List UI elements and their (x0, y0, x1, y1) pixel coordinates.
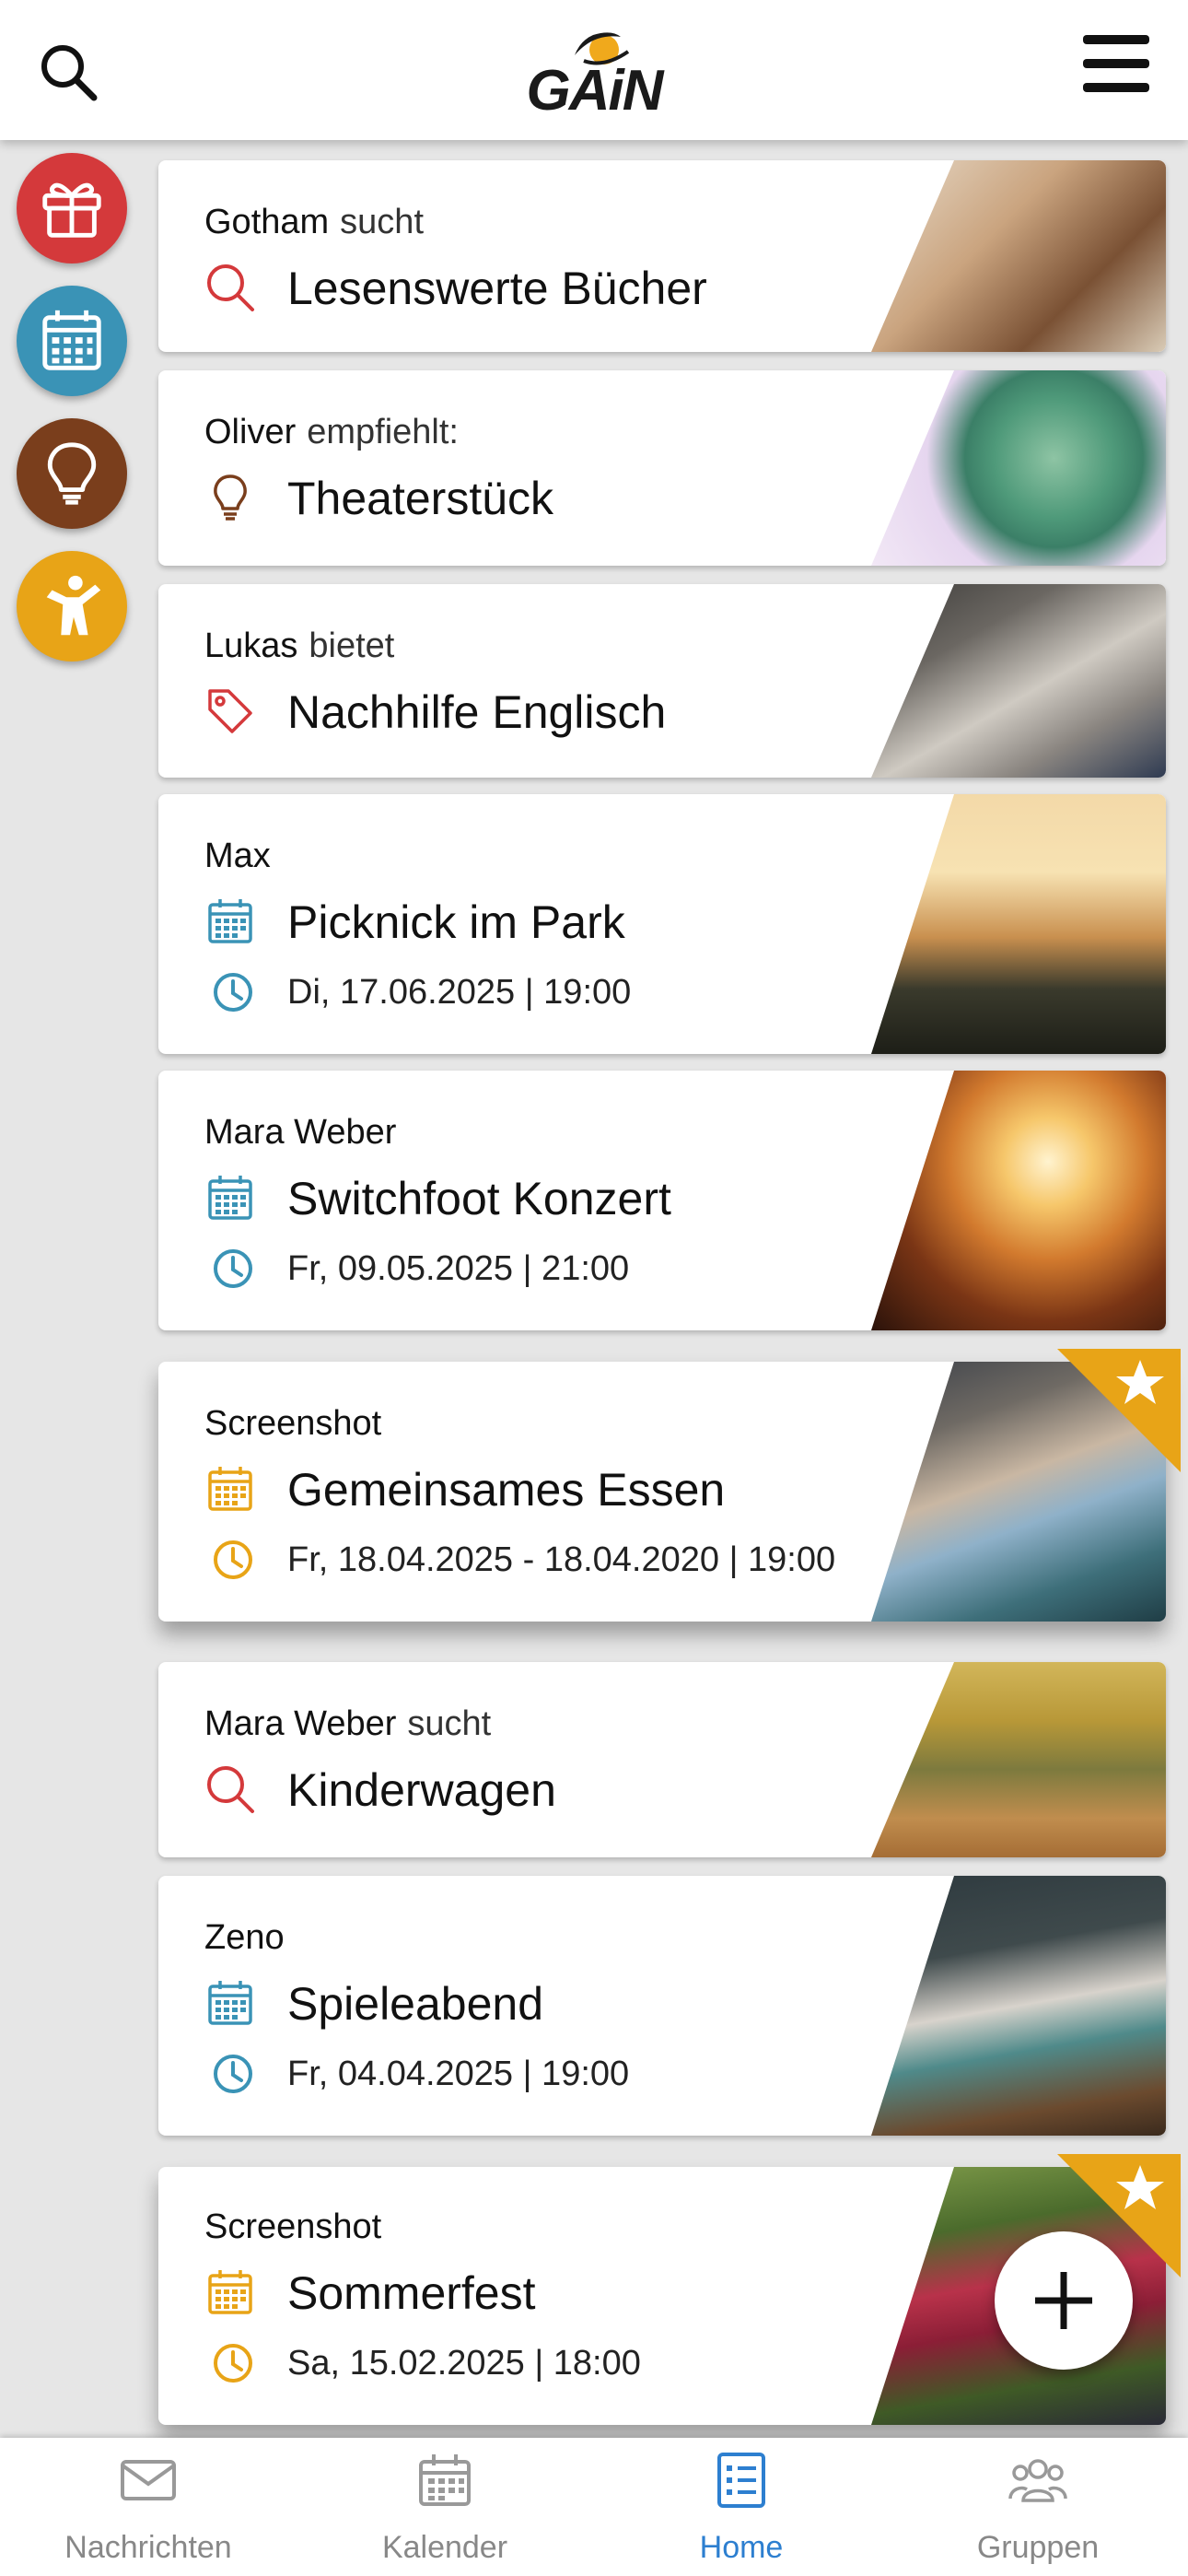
card-author: Screenshot (204, 2207, 382, 2246)
picnic-image (871, 794, 1166, 1054)
lightbulb-icon (214, 474, 247, 521)
chess-image (871, 1876, 1166, 2136)
group-icon (1008, 2459, 1067, 2502)
card-verb: sucht (340, 203, 424, 241)
nav-label: Gruppen (976, 2530, 1100, 2565)
card-author: Lukas (204, 626, 298, 665)
nav-label: Nachrichten (64, 2530, 232, 2565)
card-title: Kinderwagen (287, 1764, 556, 1816)
recommendation-button[interactable] (17, 418, 127, 529)
card-title: Nachhilfe Englisch (287, 686, 667, 738)
card-event-dinner[interactable]: Screenshot Gemeinsames Essen Fr, 18.04.2… (158, 1349, 1181, 1622)
succulent-image (871, 370, 1166, 566)
calendar-icon (208, 1176, 252, 1220)
clock-icon (214, 2055, 252, 2093)
card-title: Gemeinsames Essen (287, 1464, 726, 1516)
clock-icon (214, 1540, 252, 1579)
clock-icon (214, 1249, 252, 1288)
desk-image (871, 584, 1166, 778)
card-author: Mara Weber (204, 1704, 397, 1743)
calendar-icon (208, 899, 252, 943)
lightbulb-icon (47, 442, 97, 505)
books-image (871, 160, 1166, 352)
card-title: Sommerfest (287, 2267, 536, 2319)
nav-label: Home (699, 2530, 784, 2565)
plus-icon (1035, 2272, 1092, 2329)
nav-label: Kalender (381, 2530, 508, 2565)
card-verb: empfiehlt: (307, 413, 459, 451)
menu-icon[interactable] (1081, 31, 1151, 96)
card-author: Screenshot (204, 1404, 382, 1443)
card-verb: bietet (309, 626, 395, 665)
calendar-icon (208, 1467, 252, 1511)
event-calendar-button[interactable] (17, 286, 127, 396)
clock-icon (214, 973, 252, 1012)
card-recommend-theater[interactable]: Oliver empfiehlt: Theaterstück (158, 370, 1166, 566)
nav-groups[interactable]: Gruppen (890, 2438, 1186, 2576)
card-search-books[interactable]: Gotham sucht Lesenswerte Bücher (158, 160, 1166, 352)
card-verb: sucht (407, 1704, 492, 1743)
person-icon (46, 575, 101, 636)
offer-gift-button[interactable] (17, 153, 127, 263)
bottom-navigation: Nachrichten Kalender Home Gruppen (0, 2438, 1188, 2576)
calendar-icon (42, 310, 101, 370)
calendar-icon (208, 1981, 252, 2025)
card-author: Max (204, 837, 271, 875)
search-icon (207, 264, 254, 311)
concert-image (871, 1071, 1166, 1330)
card-date: Fr, 04.04.2025 | 19:00 (287, 2055, 630, 2093)
card-title: Switchfoot Konzert (287, 1173, 671, 1224)
card-title: Spieleabend (287, 1978, 544, 2030)
card-date: Fr, 09.05.2025 | 21:00 (287, 1249, 630, 1288)
nav-messages[interactable]: Nachrichten (0, 2438, 297, 2576)
nav-calendar[interactable]: Kalender (297, 2438, 593, 2576)
card-author: Oliver (204, 413, 297, 451)
card-date: Fr, 18.04.2025 - 18.04.2020 | 19:00 (287, 1540, 836, 1579)
card-offer-tutoring[interactable]: Lukas bietet Nachhilfe Englisch (158, 584, 1166, 778)
clock-icon (214, 2344, 252, 2383)
card-date: Di, 17.06.2025 | 19:00 (287, 973, 632, 1012)
mail-icon (121, 2460, 176, 2500)
stroller-image (871, 1662, 1166, 1857)
card-author: Zeno (204, 1918, 285, 1957)
nav-home[interactable]: Home (593, 2438, 890, 2576)
card-event-game-night[interactable]: Zeno Spieleabend Fr, 04.04.2025 | 19:00 (158, 1876, 1166, 2136)
list-icon (717, 2453, 765, 2508)
card-date: Sa, 15.02.2025 | 18:00 (287, 2344, 641, 2383)
card-event-concert[interactable]: Mara Weber Switchfoot Konzert Fr, 09.05.… (158, 1071, 1166, 1330)
search-icon (207, 1766, 254, 1813)
card-author: Mara Weber (204, 1113, 397, 1152)
card-title: Theaterstück (287, 473, 554, 524)
card-search-stroller[interactable]: Mara Weber sucht Kinderwagen (158, 1662, 1166, 1857)
search-icon[interactable] (37, 41, 101, 105)
card-event-picnic[interactable]: Max Picknick im Park Di, 17.06.2025 | 19… (158, 794, 1166, 1054)
card-title: Picknick im Park (287, 896, 625, 948)
logo-text: GAiN (526, 59, 664, 123)
calendar-icon (419, 2454, 471, 2506)
featured-star-icon (1057, 1349, 1181, 1472)
add-button[interactable] (995, 2231, 1133, 2370)
tag-icon (208, 689, 252, 733)
calendar-icon (208, 2270, 252, 2314)
app-logo[interactable]: GAiN (516, 28, 672, 120)
card-author: Gotham (204, 203, 330, 241)
gift-icon (42, 182, 101, 238)
help-person-button[interactable] (17, 551, 127, 662)
card-title: Lesenswerte Bücher (287, 263, 707, 314)
app-header: GAiN (0, 0, 1188, 140)
